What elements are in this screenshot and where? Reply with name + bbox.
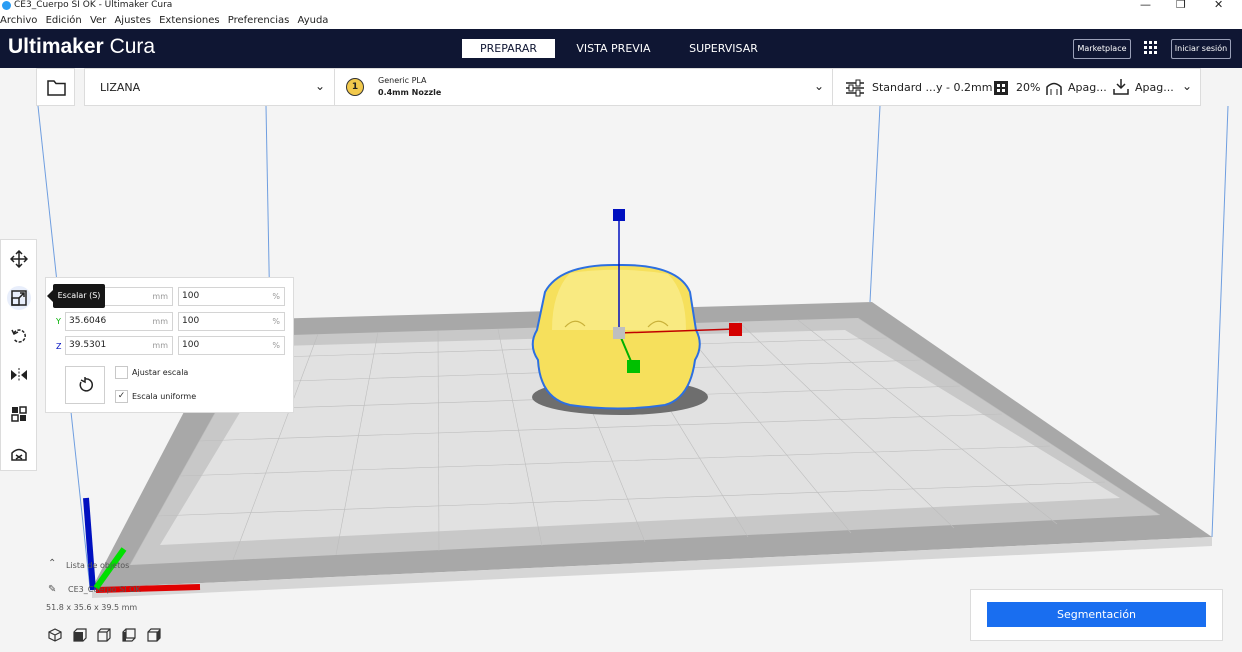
marketplace-button[interactable]: Marketplace xyxy=(1073,39,1131,59)
menu-preferencias[interactable]: Preferencias xyxy=(228,15,290,26)
printer-chevron-down-icon[interactable]: ⌄ xyxy=(315,79,325,93)
extruder-badge[interactable]: 1 xyxy=(346,78,364,96)
divider xyxy=(334,69,335,105)
uniform-scale-label: Escala uniforme xyxy=(132,392,197,401)
scale-tool-icon[interactable] xyxy=(7,286,31,310)
menu-edicion[interactable]: Edición xyxy=(46,15,82,26)
folder-icon xyxy=(47,80,66,96)
origin-z-axis xyxy=(83,497,96,591)
support-label[interactable]: Apag... xyxy=(1068,81,1107,94)
x-percent-input[interactable]: 100% xyxy=(178,287,285,306)
adhesion-label[interactable]: Apag... xyxy=(1135,81,1174,94)
menu-archivo[interactable]: Archivo xyxy=(0,15,37,26)
print-settings-chevron-down-icon[interactable]: ⌄ xyxy=(1182,79,1192,93)
signin-button[interactable]: Iniciar sesión xyxy=(1171,39,1231,59)
app-logo: Ultimaker Cura xyxy=(8,35,156,58)
reset-icon xyxy=(79,377,93,392)
tab-vista-previa[interactable]: VISTA PREVIA xyxy=(566,39,661,58)
app-header: Ultimaker Cura PREPARAR VISTA PREVIA SUP… xyxy=(0,29,1242,68)
z-scale-handle xyxy=(613,209,625,221)
tool-sidebar xyxy=(0,239,37,471)
object-name: CE3_Cuerpo SI OK xyxy=(68,585,141,594)
slice-button[interactable]: Segmentación xyxy=(987,602,1206,627)
infill-label[interactable]: 20% xyxy=(1016,81,1040,94)
nozzle-label[interactable]: 0.4mm Nozzle xyxy=(378,88,441,97)
scale-tooltip: Escalar (S) xyxy=(47,284,105,308)
view-right-icon[interactable] xyxy=(147,628,161,642)
adhesion-icon xyxy=(1113,79,1129,95)
menu-ver[interactable]: Ver xyxy=(90,15,106,26)
window-title: CE3_Cuerpo SI OK - Ultimaker Cura xyxy=(14,0,173,10)
material-label[interactable]: Generic PLA xyxy=(378,76,427,85)
menu-bar: Archivo Edición Ver Ajustes Extensiones … xyxy=(0,12,1242,29)
restore-icon[interactable]: ❐ xyxy=(1176,0,1186,10)
menu-ajustes[interactable]: Ajustes xyxy=(114,15,150,26)
uniform-scale-checkbox[interactable]: ✓ xyxy=(115,390,128,403)
open-file-button[interactable] xyxy=(36,68,75,106)
y-mm-input[interactable]: 35.6046 mm xyxy=(65,312,173,331)
snap-scale-checkbox[interactable] xyxy=(115,366,128,379)
material-chevron-down-icon[interactable]: ⌄ xyxy=(814,79,824,93)
object-dimensions: 51.8 x 35.6 x 39.5 mm xyxy=(46,603,138,612)
menu-ayuda[interactable]: Ayuda xyxy=(298,15,329,26)
view-top-icon[interactable] xyxy=(97,628,111,642)
move-tool-icon[interactable] xyxy=(7,247,31,271)
print-setup-toolbar: LIZANA ⌄ 1 Generic PLA 0.4mm Nozzle ⌄ St… xyxy=(84,68,1201,106)
chevron-up-icon[interactable]: ⌃ xyxy=(48,558,56,569)
view-front-icon[interactable] xyxy=(73,628,87,642)
support-icon xyxy=(1046,82,1062,95)
y-percent-input[interactable]: 100% xyxy=(178,312,285,331)
profile-label[interactable]: Standard ...y - 0.2mm xyxy=(872,81,992,94)
snap-scale-label: Ajustar escala xyxy=(132,368,189,377)
y-scale-handle xyxy=(627,360,640,373)
x-scale-handle xyxy=(729,323,742,336)
reset-scale-button[interactable] xyxy=(65,366,105,404)
title-bar: CE3_Cuerpo SI OK - Ultimaker Cura — ❐ ✕ xyxy=(0,0,1242,12)
printer-selector-label[interactable]: LIZANA xyxy=(100,81,140,94)
tab-supervisar[interactable]: SUPERVISAR xyxy=(676,39,771,58)
apps-grid-icon[interactable] xyxy=(1144,41,1158,55)
minimize-icon[interactable]: — xyxy=(1140,0,1151,10)
infill-icon xyxy=(994,81,1008,95)
z-axis-label: Z xyxy=(56,342,62,351)
uniform-scale-handle xyxy=(613,327,625,339)
object-list-header[interactable]: Lista de objetos xyxy=(66,561,129,570)
mirror-tool-icon[interactable] xyxy=(7,363,31,387)
menu-extensiones[interactable]: Extensiones xyxy=(159,15,219,26)
rotate-tool-icon[interactable] xyxy=(7,324,31,348)
z-mm-input[interactable]: 39.5301 mm xyxy=(65,336,173,355)
cura-app-icon xyxy=(2,1,11,10)
y-axis-label: Y xyxy=(56,317,61,326)
z-percent-input[interactable]: 100% xyxy=(178,336,285,355)
support-blocker-icon[interactable] xyxy=(7,441,31,465)
view-3d-icon[interactable] xyxy=(48,628,62,642)
view-left-icon[interactable] xyxy=(122,628,136,642)
divider xyxy=(832,69,833,105)
close-icon[interactable]: ✕ xyxy=(1214,0,1223,10)
tab-preparar[interactable]: PREPARAR xyxy=(462,39,555,58)
settings-sliders-icon[interactable] xyxy=(845,79,865,97)
per-model-settings-icon[interactable] xyxy=(7,402,31,426)
edit-pencil-icon[interactable]: ✎ xyxy=(48,584,56,595)
